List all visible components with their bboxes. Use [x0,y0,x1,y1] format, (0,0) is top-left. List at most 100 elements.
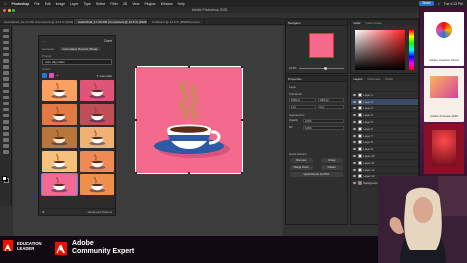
menu-type[interactable]: Type [84,2,91,6]
opacity-field[interactable]: 100% [303,118,344,123]
layer-row[interactable]: Layer 10 [351,153,418,160]
eye-icon[interactable] [353,141,356,144]
path-select-tool-icon[interactable] [2,132,9,136]
doc-tab[interactable]: Untitled-2 @ 12.5 % (RGB/Preview) [148,19,205,24]
doc-tab-active[interactable]: SafariDraft_17-00-PM (Converted) @ 12.5 … [74,19,148,24]
settings-icon[interactable]: ⚙ [42,210,45,214]
variation-thumbnail[interactable] [79,127,114,148]
brush-tool-icon[interactable] [2,77,9,81]
minimize-window-icon[interactable] [7,8,11,12]
dodge-tool-icon[interactable] [2,113,9,118]
done-button[interactable]: Done [104,39,112,43]
eye-icon[interactable] [353,93,356,96]
marquee-tool-icon[interactable] [2,34,9,39]
hue-slider[interactable] [409,30,414,70]
transform-handle[interactable] [134,118,138,122]
eye-icon[interactable] [353,121,356,124]
advanced-options-button[interactable]: Advanced Options [87,210,112,214]
share-button[interactable]: Share [419,1,434,6]
hand-tool-icon[interactable] [2,144,9,148]
shape-tool-icon[interactable] [2,138,9,142]
variation-thumbnail[interactable] [42,127,77,148]
quick-export-button[interactable]: Quick Export As PNG [290,172,343,177]
layer-row[interactable]: Layer 3 [351,106,418,113]
eraser-tool-icon[interactable] [2,95,9,100]
pen-tool-icon[interactable] [2,120,9,124]
menu-view[interactable]: View [132,2,139,6]
healing-tool-icon[interactable] [2,71,9,75]
tab-color-guide[interactable]: Color Guide [363,20,384,26]
variation-thumbnail[interactable] [42,150,77,172]
back-button[interactable]: ← [42,39,45,43]
menu-file[interactable]: File [34,2,39,6]
menu-window[interactable]: Window [161,2,173,6]
navigator-tab[interactable]: Navigator [286,20,347,26]
width-field[interactable]: 1000 px [289,97,316,102]
layer-row[interactable]: Layer 7 [351,133,418,140]
color-swatch[interactable] [49,73,54,78]
transform-handle[interactable] [240,171,244,175]
y-field[interactable]: 0 px [317,104,344,109]
layer-row[interactable]: Layer 4 [351,112,418,120]
eye-icon[interactable] [353,107,356,110]
eye-icon[interactable] [353,161,356,164]
prompt-input[interactable]: retro day vibes [42,59,112,65]
zoom-tool-icon[interactable] [2,150,9,154]
eye-icon[interactable] [353,127,356,130]
zoom-slider[interactable] [299,67,344,70]
crop-tool-icon[interactable] [2,52,9,57]
menu-image[interactable]: Image [56,2,65,6]
variation-thumbnail[interactable] [41,173,78,196]
menu-3d[interactable]: 3D [123,2,127,6]
zoom-window-icon[interactable] [12,8,15,12]
lasso-tool-icon[interactable] [2,40,9,45]
menu-help[interactable]: Help [178,2,185,6]
navigator-preview[interactable] [309,33,334,58]
group-button[interactable]: Group [320,158,343,163]
transform-handle[interactable] [240,65,244,69]
menubar-app-name[interactable]: Photoshop [12,2,30,6]
gen-mode-dropdown[interactable]: Generative Recolor (Beta) [59,46,101,52]
menu-edit[interactable]: Edit [45,2,51,6]
menu-filter[interactable]: Filter [110,2,118,6]
eye-icon[interactable] [353,168,356,171]
variation-thumbnail[interactable] [79,174,114,195]
menu-select[interactable]: Select [96,2,105,6]
eye-icon[interactable] [353,175,356,178]
layer-row[interactable]: Layer 11 [351,160,418,167]
remove-button[interactable]: Remove [290,158,313,163]
variation-thumbnail[interactable] [79,103,114,125]
generate-button[interactable]: ✦ Generate [96,74,112,78]
fill-field[interactable]: 100% [303,125,344,130]
eye-icon[interactable] [353,114,356,117]
height-field[interactable]: 1000 px [317,97,344,102]
doc-tab[interactable]: GetAdobeIt_12-17-PM (Converted) @ 12.5 %… [0,19,74,24]
variation-thumbnail[interactable] [42,103,77,125]
menubar-clock[interactable]: Tue 4:13 PM [444,2,463,6]
menu-plugins[interactable]: Plugins [144,2,155,6]
eye-icon[interactable] [353,148,356,151]
tab-color[interactable]: Color [351,20,363,26]
transform-handle[interactable] [187,171,191,175]
menu-layer[interactable]: Layer [70,2,78,6]
flatten-button[interactable]: Flatten [320,165,343,170]
zoom-slider-knob[interactable] [323,67,327,70]
transform-handle[interactable] [187,65,191,69]
layer-row[interactable]: Layer 6 [351,126,418,133]
layer-row[interactable]: Layer 9 [351,146,418,154]
merge-down-button[interactable]: Merge Down [290,165,313,170]
eyedropper-tool-icon[interactable] [2,65,9,69]
layer-row[interactable]: Layer 2 [351,98,418,106]
close-window-icon[interactable] [3,8,6,12]
document-canvas[interactable] [135,66,243,174]
blur-tool-icon[interactable] [2,107,9,112]
tab-layers[interactable]: Layers [351,76,365,82]
variation-thumbnail[interactable] [42,80,77,101]
tab-channels[interactable]: Channels [365,76,383,82]
eye-icon[interactable] [353,182,356,185]
object-select-tool-icon[interactable] [2,46,9,51]
add-color-icon[interactable]: + [56,73,58,78]
eye-icon[interactable] [353,134,356,137]
gradient-tool-icon[interactable] [2,101,9,106]
transform-handle[interactable] [240,118,244,122]
